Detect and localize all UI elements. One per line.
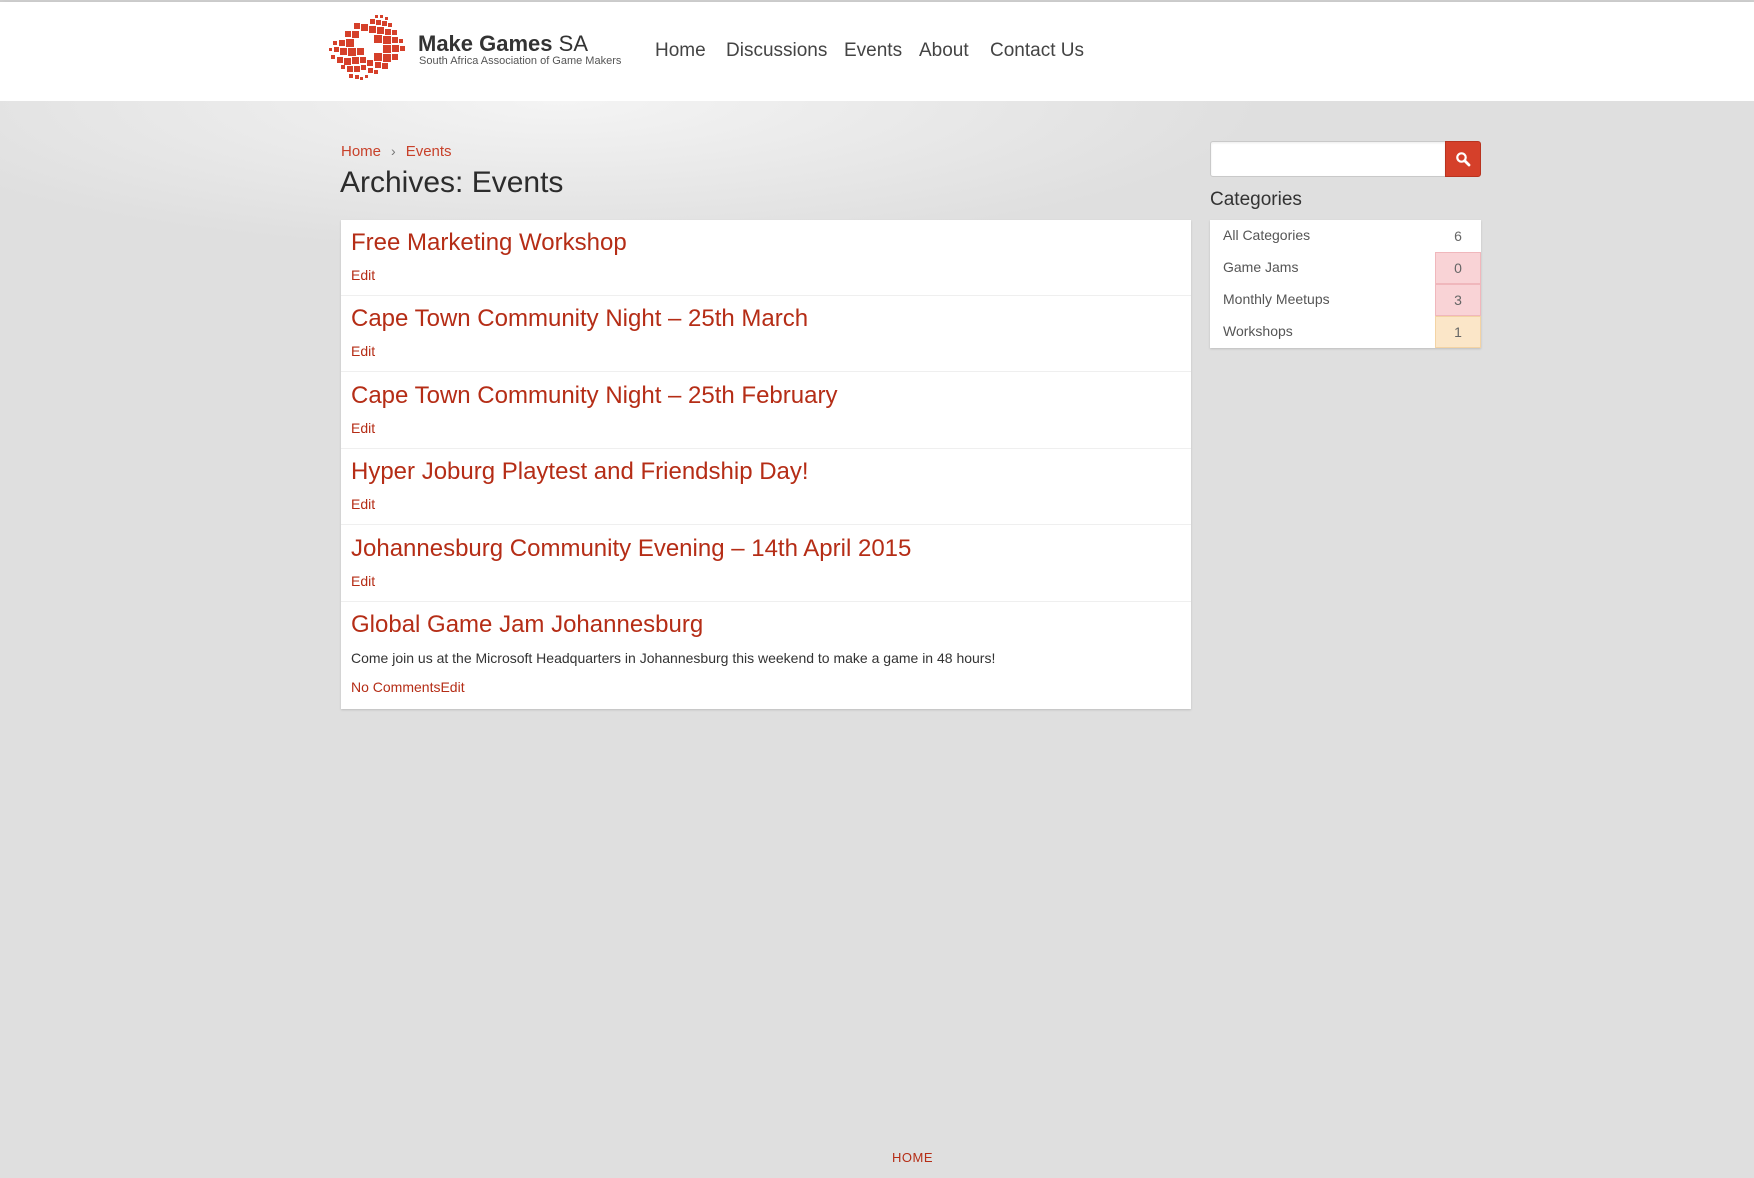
category-count-badge: 6	[1454, 228, 1462, 244]
post-list: Free Marketing Workshop Edit Cape Town C…	[341, 220, 1191, 709]
post-item: Global Game Jam Johannesburg Come join u…	[341, 602, 1191, 709]
post-item: Hyper Joburg Playtest and Friendship Day…	[341, 449, 1191, 525]
post-edit-link[interactable]: Edit	[351, 343, 375, 359]
post-edit-link[interactable]: Edit	[351, 573, 375, 589]
category-count-badge: 3	[1435, 284, 1481, 316]
post-title-link[interactable]: Cape Town Community Night – 25th March	[351, 305, 808, 333]
post-item: Cape Town Community Night – 25th March E…	[341, 296, 1191, 372]
category-item-game-jams[interactable]: Game Jams 0	[1210, 252, 1481, 284]
nav-item-about[interactable]: About	[919, 40, 969, 62]
post-meta: No CommentsEdit	[351, 679, 465, 695]
breadcrumb-events[interactable]: Events	[406, 143, 452, 160]
post-edit-link[interactable]: Edit	[351, 267, 375, 283]
post-comments-link[interactable]: No Comments	[351, 679, 440, 695]
post-edit-link[interactable]: Edit	[351, 496, 375, 512]
post-excerpt: Come join us at the Microsoft Headquarte…	[351, 650, 996, 666]
post-title-link[interactable]: Hyper Joburg Playtest and Friendship Day…	[351, 458, 809, 486]
site-title-light: SA	[552, 31, 588, 56]
site-tagline: South Africa Association of Game Makers	[419, 55, 622, 67]
category-count-badge: 1	[1435, 316, 1481, 348]
nav-item-contact-us[interactable]: Contact Us	[990, 40, 1084, 62]
category-label: Monthly Meetups	[1223, 291, 1330, 307]
breadcrumb-home[interactable]: Home	[341, 143, 381, 160]
post-title-link[interactable]: Cape Town Community Night – 25th Februar…	[351, 382, 837, 410]
category-label: All Categories	[1223, 227, 1311, 243]
post-item: Free Marketing Workshop Edit	[341, 220, 1191, 296]
nav-item-discussions[interactable]: Discussions	[726, 40, 827, 62]
footer-home-link[interactable]: HOME	[892, 1150, 933, 1165]
post-item: Johannesburg Community Evening – 14th Ap…	[341, 525, 1191, 602]
post-edit-link[interactable]: Edit	[440, 679, 464, 695]
category-item-monthly-meetups[interactable]: Monthly Meetups 3	[1210, 284, 1481, 316]
post-edit-link[interactable]: Edit	[351, 420, 375, 436]
make-games-logo-icon[interactable]	[329, 15, 409, 81]
post-title-link[interactable]: Johannesburg Community Evening – 14th Ap…	[351, 535, 911, 563]
post-title-link[interactable]: Free Marketing Workshop	[351, 229, 627, 257]
chevron-right-icon: ›	[391, 143, 396, 159]
post-item: Cape Town Community Night – 25th Februar…	[341, 372, 1191, 449]
search-icon	[1456, 152, 1471, 167]
search-input[interactable]	[1210, 141, 1446, 177]
site-title[interactable]: Make Games SA	[418, 31, 588, 57]
nav-item-events[interactable]: Events	[844, 40, 902, 62]
category-label: Workshops	[1223, 323, 1293, 339]
category-label: Game Jams	[1223, 259, 1299, 275]
category-item-all[interactable]: All Categories 6	[1210, 220, 1481, 252]
page-title: Archives: Events	[340, 166, 564, 199]
category-item-workshops[interactable]: Workshops 1	[1210, 316, 1481, 348]
site-title-bold: Make Games	[418, 31, 553, 56]
category-count-badge: 0	[1435, 252, 1481, 284]
categories-heading: Categories	[1210, 189, 1302, 210]
breadcrumb: Home › Events	[341, 143, 452, 160]
nav-item-home[interactable]: Home	[655, 40, 706, 62]
search-button[interactable]	[1445, 141, 1481, 177]
post-title-link[interactable]: Global Game Jam Johannesburg	[351, 611, 703, 639]
categories-list: All Categories 6 Game Jams 0 Monthly Mee…	[1210, 220, 1481, 348]
